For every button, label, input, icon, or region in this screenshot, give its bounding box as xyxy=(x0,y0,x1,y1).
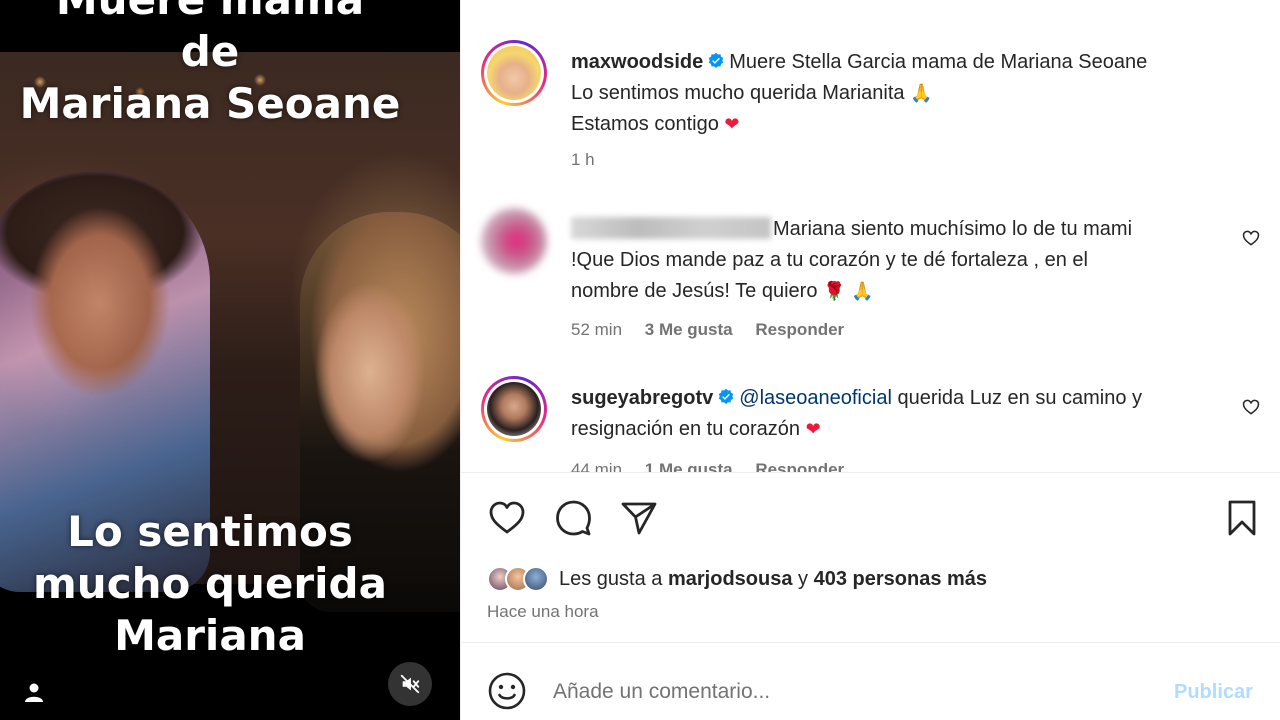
post-details-panel: maxwoodside Muere Stella Garcia mama de M… xyxy=(460,0,1280,720)
commenter-avatar[interactable] xyxy=(481,376,547,442)
post-photo xyxy=(0,52,460,612)
comment-like-icon[interactable] xyxy=(1241,397,1261,417)
verified-icon xyxy=(719,388,734,405)
comment-line: nombre de Jesús! Te quiero xyxy=(571,280,818,302)
bookmark-icon[interactable] xyxy=(1222,498,1262,538)
comment-time[interactable]: 52 min xyxy=(571,320,622,339)
comment-likes[interactable]: 3 Me gusta xyxy=(645,320,733,339)
publish-button[interactable]: Publicar xyxy=(1174,681,1253,704)
comment-meta: 52 min 3 Me gusta Responder xyxy=(571,320,862,340)
mention-link[interactable]: @laseoaneoficial xyxy=(739,387,892,409)
user-icon[interactable] xyxy=(22,680,46,704)
divider xyxy=(461,472,1280,473)
red-heart-emoji: ❤ xyxy=(724,114,740,135)
likes-summary[interactable]: Les gusta a marjodsousa y 403 personas m… xyxy=(487,562,987,596)
comments-list[interactable]: maxwoodside Muere Stella Garcia mama de M… xyxy=(461,0,1280,472)
mute-button[interactable] xyxy=(388,662,432,706)
caption: maxwoodside Muere Stella Garcia mama de M… xyxy=(571,47,1231,140)
overlay-bottom-line: Mariana xyxy=(114,611,306,660)
overlay-bottom-line: mucho querida xyxy=(33,559,387,608)
author-username[interactable]: maxwoodside xyxy=(571,51,703,73)
blurred-avatar xyxy=(481,208,547,274)
comment-input[interactable] xyxy=(553,675,1153,709)
caption-line: Muere Stella Garcia mama de Mariana Seoa… xyxy=(729,51,1148,73)
verified-icon xyxy=(709,52,724,69)
comment-likes[interactable]: 1 Me gusta xyxy=(645,460,733,472)
comment-like-icon[interactable] xyxy=(1241,228,1261,248)
overlay-bottom-line: Lo sentimos xyxy=(67,507,353,556)
rose-emoji: 🌹 xyxy=(823,281,846,302)
commenter-avatar[interactable] xyxy=(481,208,547,274)
liker-username[interactable]: marjodsousa xyxy=(668,568,792,590)
likes-and: y xyxy=(798,567,809,590)
author-avatar[interactable] xyxy=(481,40,547,106)
reply-button[interactable]: Responder xyxy=(755,460,844,472)
praying-hands-emoji: 🙏 xyxy=(851,281,874,302)
comment-time[interactable]: 44 min xyxy=(571,460,622,472)
smile-icon[interactable] xyxy=(487,671,527,711)
overlay-caption-top: Muere mamá de Mariana Seoane xyxy=(0,0,440,130)
red-heart-emoji: ❤ xyxy=(805,419,821,440)
mute-icon xyxy=(400,674,420,694)
blurred-username[interactable] xyxy=(571,217,771,239)
avatar-image xyxy=(487,382,541,436)
overlay-top-line: Muere mamá xyxy=(0,0,440,26)
comment-line: Mariana siento muchísimo lo de tu mami xyxy=(773,218,1133,240)
comment-text: querida Luz en su camino y xyxy=(897,387,1143,409)
avatar-image xyxy=(487,46,541,100)
caption-time[interactable]: 1 h xyxy=(571,150,595,169)
comment-meta: 44 min 1 Me gusta Responder xyxy=(571,460,862,472)
comment: sugeyabregotv @laseoaneoficial querida Lu… xyxy=(571,383,1231,445)
caption-line: Estamos contigo xyxy=(571,113,719,135)
reply-button[interactable]: Responder xyxy=(755,320,844,339)
add-comment-bar: Publicar xyxy=(461,643,1280,720)
post-media[interactable]: Muere mamá de Mariana Seoane Lo sentimos… xyxy=(0,0,460,720)
action-bar xyxy=(461,490,1280,544)
post-timestamp[interactable]: Hace una hora xyxy=(487,602,599,622)
share-icon[interactable] xyxy=(619,498,659,538)
praying-hands-emoji: 🙏 xyxy=(910,83,933,104)
comment-text: resignación en tu corazón xyxy=(571,418,801,440)
overlay-top-line: de xyxy=(180,27,240,76)
caption-line: Lo sentimos mucho querida Marianita xyxy=(571,82,905,104)
commenter-username[interactable]: sugeyabregotv xyxy=(571,387,713,409)
caption-meta: 1 h xyxy=(571,150,613,170)
comment-icon[interactable] xyxy=(553,498,593,538)
likes-prefix: Les gusta a xyxy=(559,567,663,590)
comment-line: !Que Dios mande paz a tu corazón y te dé… xyxy=(571,249,1088,271)
likes-others[interactable]: 403 personas más xyxy=(814,568,987,590)
liker-avatar xyxy=(523,566,549,592)
comment: Mariana siento muchísimo lo de tu mami !… xyxy=(571,214,1231,307)
overlay-top-line: Mariana Seoane xyxy=(19,79,401,128)
overlay-caption-bottom: Lo sentimos mucho querida Mariana xyxy=(0,506,440,662)
heart-icon[interactable] xyxy=(487,498,527,538)
likes-text: Les gusta a marjodsousa y 403 personas m… xyxy=(559,568,987,591)
